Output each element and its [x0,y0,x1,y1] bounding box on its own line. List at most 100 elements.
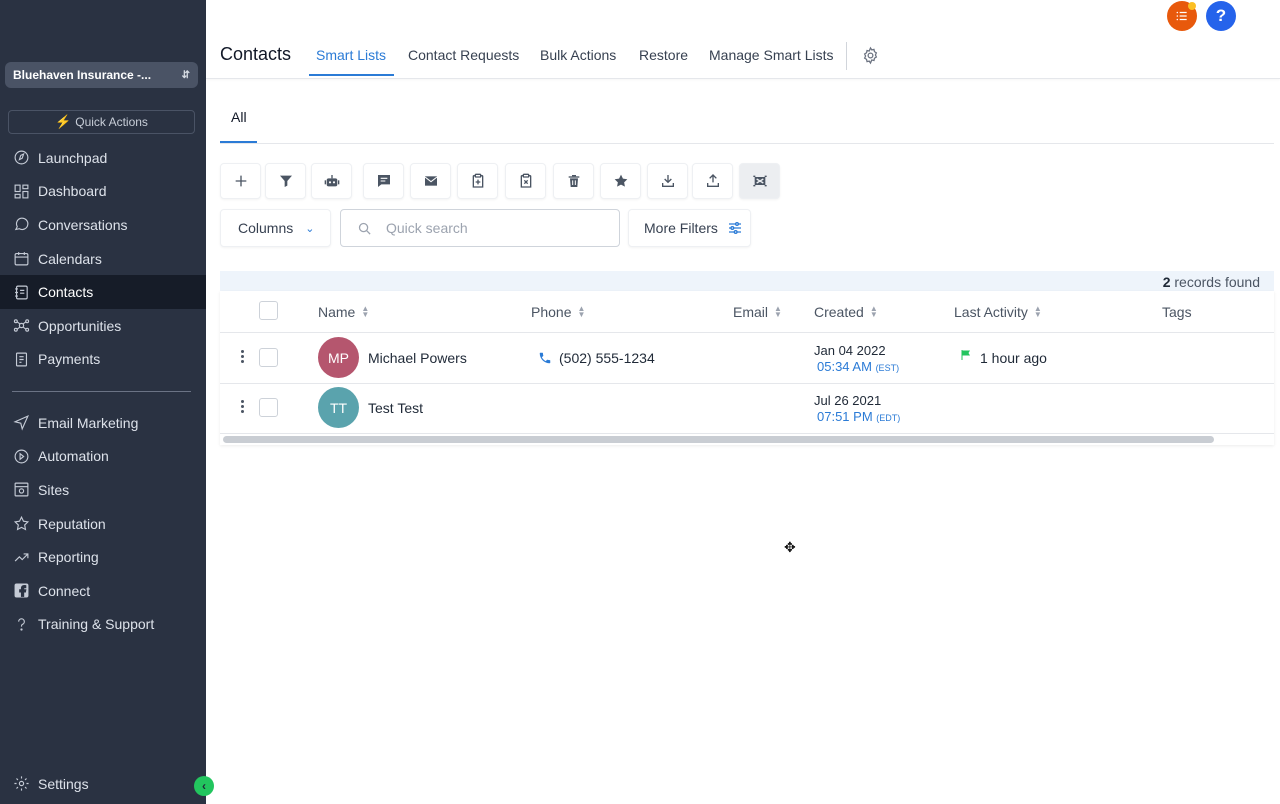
sidebar-item-label: Dashboard [38,183,107,200]
gear-icon [12,775,30,793]
merge-contacts-button[interactable] [739,163,780,199]
subtab-all[interactable]: All [231,109,247,125]
send-sms-button[interactable] [363,163,404,199]
sidebar-item-label: Connect [38,582,91,599]
sort-icon: ▲ ▼ [577,304,586,319]
list-icon [1176,11,1187,21]
contact-phone[interactable]: (502) 555-1234 [538,350,655,366]
dashboard-icon [12,182,30,200]
contacts-icon [12,283,30,301]
delete-button[interactable] [553,163,594,199]
created-date: Jan 04 2022 [814,343,886,358]
sidebar-item-calendars[interactable]: Calendars [0,242,206,276]
sidebar-item-label: Conversations [38,216,128,233]
remove-tag-button[interactable] [505,163,546,199]
account-switcher[interactable]: Bluehaven Insurance -... ⇵ [5,62,198,88]
filter-button[interactable] [265,163,306,199]
created-time: 05:34 AM (EST) [817,359,899,374]
sidebar-item-training-support[interactable]: Training & Support [0,608,206,642]
sidebar-item-settings[interactable]: Settings [0,767,206,801]
tab-manage-smart-lists[interactable]: Manage Smart Lists [709,47,834,63]
facebook-icon [12,582,30,600]
tab-restore[interactable]: Restore [639,47,688,63]
robot-icon [324,175,339,187]
contact-name[interactable]: Michael Powers [368,350,467,366]
add-contact-button[interactable] [220,163,261,199]
remove-tag-icon [520,173,531,188]
row-menu-icon[interactable] [240,350,244,363]
star-icon [614,174,627,187]
column-header-tags[interactable]: Tags [1162,304,1192,320]
column-header-last-activity[interactable]: Last Activity ▲ ▼ [954,304,1042,320]
column-header-label: Name [318,304,356,320]
tab-bulk-actions[interactable]: Bulk Actions [540,47,616,63]
last-activity: 1 hour ago [960,350,1047,366]
smart-list-settings-button[interactable] [861,46,881,66]
sidebar-item-label: Automation [38,448,109,465]
horizontal-scrollbar[interactable] [223,436,1214,443]
sidebar-item-conversations[interactable]: Conversations [0,208,206,242]
created-timezone: (EST) [875,363,900,373]
sidebar-item-label: Reputation [38,515,106,532]
help-button[interactable]: ? [1206,1,1236,31]
active-tab-indicator [309,74,394,76]
more-filters-label: More Filters [644,220,718,236]
account-name: Bluehaven Insurance -... [13,68,152,82]
tab-contact-requests[interactable]: Contact Requests [408,47,519,63]
row-checkbox[interactable] [259,348,278,367]
column-header-name[interactable]: Name ▲ ▼ [318,304,369,320]
more-filters-button[interactable]: More Filters [628,209,751,247]
columns-dropdown[interactable]: Columns ⌄ [220,209,331,247]
sidebar-item-label: Settings [38,775,89,792]
sidebar-item-dashboard[interactable]: Dashboard [0,175,206,209]
sidebar-nav-primary: Launchpad Dashboard Conversations Calend… [0,141,206,376]
sidebar-item-automation[interactable]: Automation [0,440,206,474]
column-header-phone[interactable]: Phone ▲ ▼ [531,304,585,320]
add-tag-button[interactable] [457,163,498,199]
sidebar-item-email-marketing[interactable]: Email Marketing [0,406,206,440]
sidebar-item-reporting[interactable]: Reporting [0,540,206,574]
avatar: MP [318,337,359,378]
sidebar-item-label: Training & Support [38,616,155,633]
add-to-workflow-button[interactable] [311,163,352,199]
notifications-button[interactable] [1167,1,1197,31]
search-input[interactable] [386,220,606,236]
send-email-button[interactable] [410,163,451,199]
row-checkbox[interactable] [259,398,278,417]
records-suffix: records found [1170,274,1260,290]
sidebar-item-sites[interactable]: Sites [0,473,206,507]
records-found: 2 records found [1163,274,1260,290]
column-header-label: Tags [1162,304,1192,320]
question-icon [12,615,30,633]
add-tag-icon [472,173,483,188]
sidebar-item-label: Sites [38,481,70,498]
contact-name[interactable]: Test Test [368,400,423,416]
column-header-email[interactable]: Email ▲ ▼ [733,304,782,320]
collapse-sidebar-button[interactable]: ‹ [194,776,214,796]
sidebar-item-contacts[interactable]: Contacts [0,275,206,309]
column-header-created[interactable]: Created ▲ ▼ [814,304,878,320]
last-activity-value: 1 hour ago [980,350,1047,366]
quick-search-box [340,209,620,247]
quick-actions-button[interactable]: ⚡ Quick Actions [8,110,195,134]
tab-smart-lists[interactable]: Smart Lists [316,47,386,63]
select-all-checkbox[interactable] [259,301,278,320]
sidebar-item-opportunities[interactable]: Opportunities [0,309,206,343]
sidebar-item-connect[interactable]: Connect [0,574,206,608]
help-icon: ? [1215,6,1227,25]
sidebar-item-payments[interactable]: Payments [0,343,206,377]
add-icon [235,175,246,187]
favorite-button[interactable] [600,163,641,199]
created-timezone: (EDT) [876,413,901,423]
flag-icon [960,349,972,361]
export-button[interactable] [692,163,733,199]
search-icon [358,222,371,235]
calendar-icon [12,250,30,268]
import-button[interactable] [647,163,688,199]
column-header-label: Email [733,304,769,320]
sidebar-item-reputation[interactable]: Reputation [0,507,206,541]
sidebar-item-launchpad[interactable]: Launchpad [0,141,206,175]
row-menu-icon[interactable] [240,400,244,413]
chevron-updown-icon: ⇵ [181,69,190,81]
sidebar: Bluehaven Insurance -... ⇵ ⚡ Quick Actio… [0,0,206,804]
